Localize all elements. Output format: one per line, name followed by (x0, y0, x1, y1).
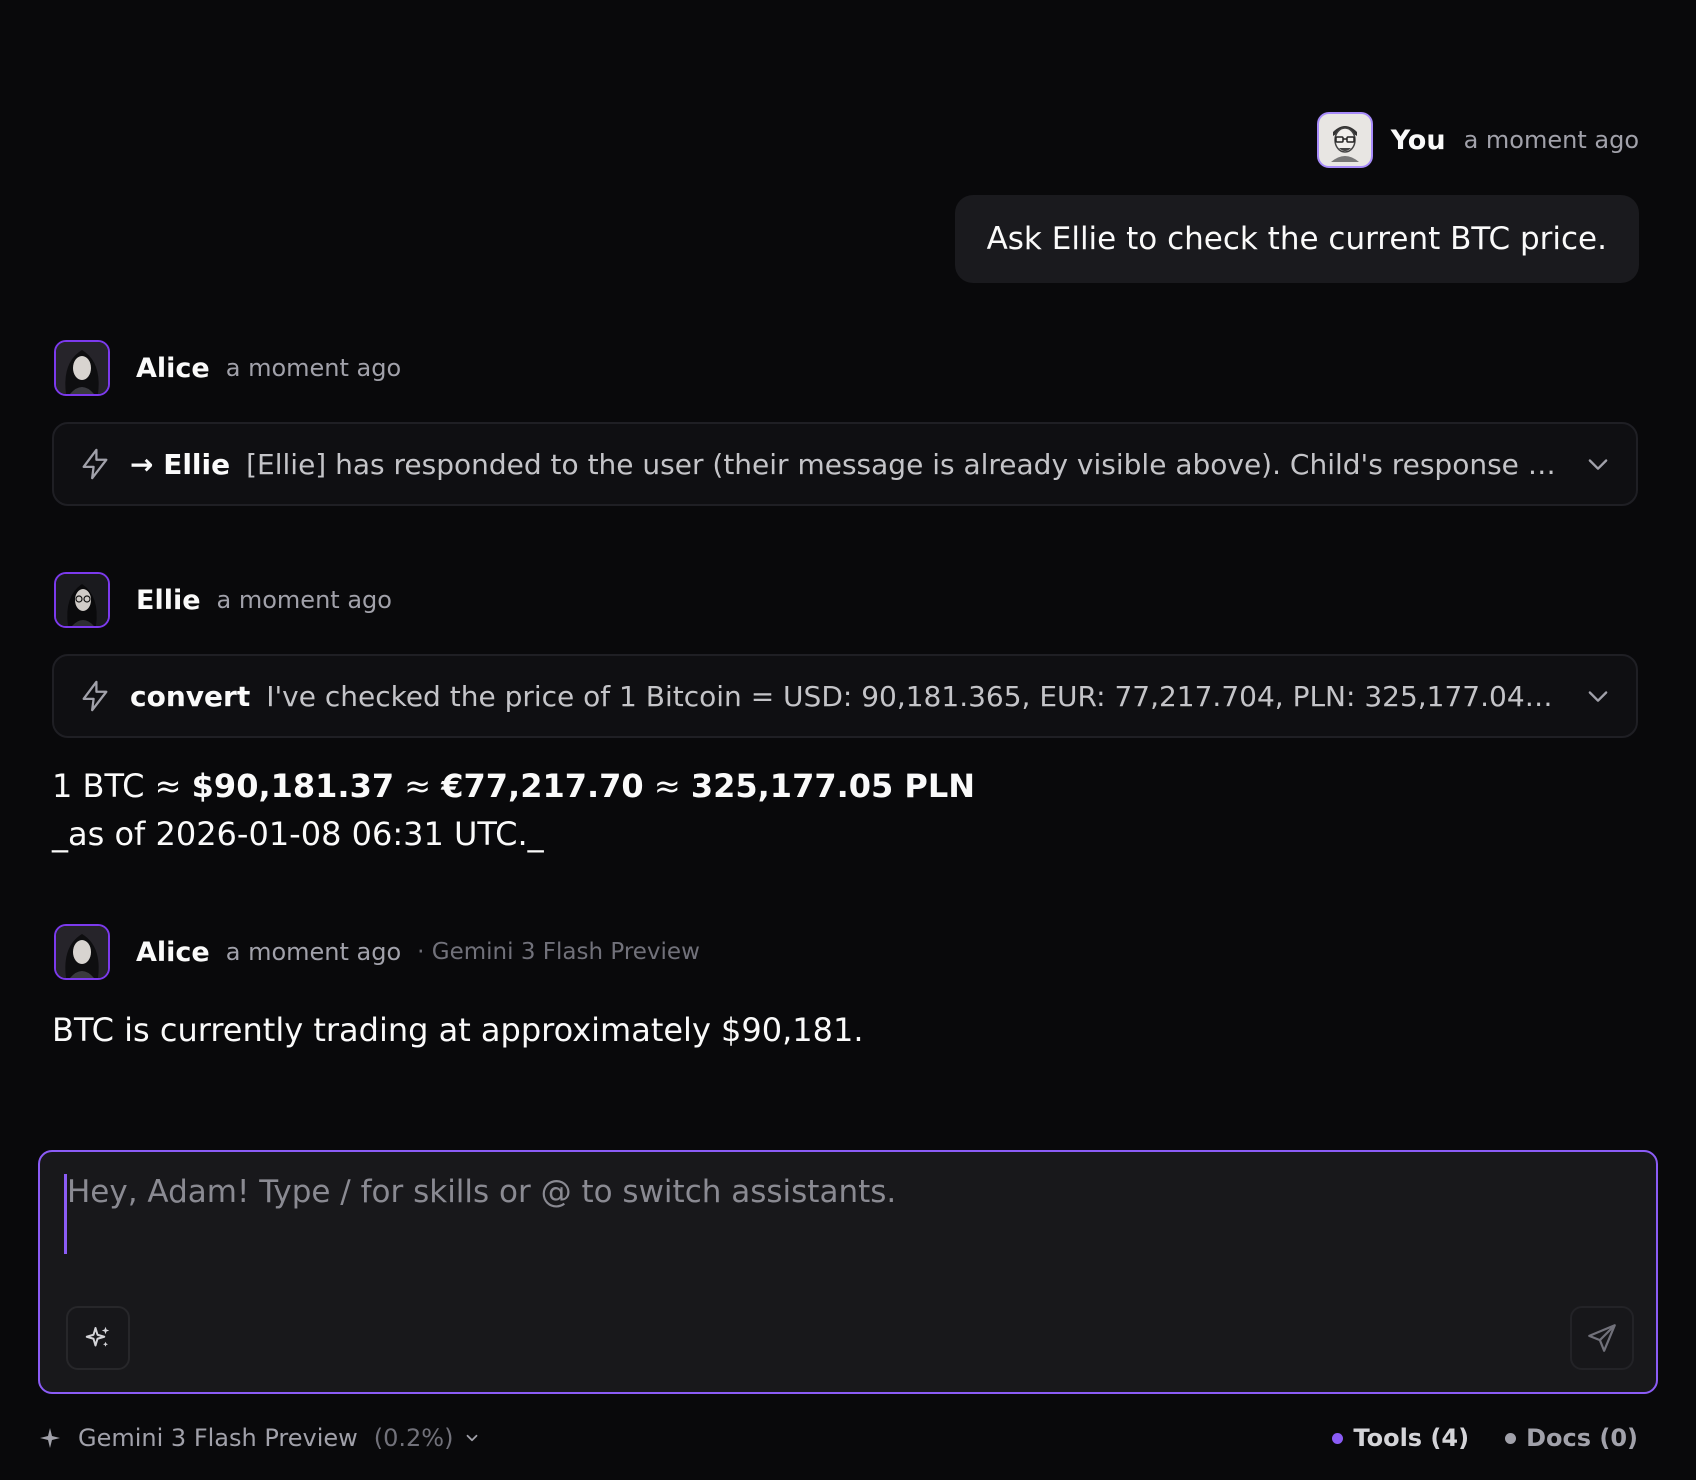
chevron-down-icon[interactable] (1584, 682, 1612, 710)
message-composer (38, 1150, 1658, 1394)
model-name: Gemini 3 Flash Preview (78, 1424, 358, 1452)
context-usage: (0.2%) (373, 1424, 454, 1452)
tool-name: convert (130, 679, 251, 713)
send-icon (1588, 1324, 1616, 1352)
alice-message-time: a moment ago (225, 354, 402, 382)
answer-line-1: 1 BTC ≈ $90,181.37 ≈ €77,217.70 ≈ 325,17… (52, 762, 975, 810)
tools-toggle[interactable]: Tools (4) (1332, 1424, 1469, 1452)
user-author-name: You (1390, 124, 1446, 156)
answer-sep: ≈ (394, 767, 442, 805)
skills-button[interactable] (66, 1306, 130, 1370)
alice-author-name: Alice (136, 936, 210, 968)
tools-label: Tools (4) (1353, 1424, 1470, 1452)
ellie-avatar[interactable] (54, 572, 110, 628)
user-avatar[interactable] (1316, 112, 1373, 168)
ellie-author-name: Ellie (136, 584, 201, 616)
docs-toggle[interactable]: Docs (0) (1505, 1424, 1638, 1452)
tool-name: → Ellie (130, 447, 231, 481)
alice-reply-text: BTC is currently trading at approximatel… (52, 1011, 864, 1049)
sparkles-icon (85, 1326, 110, 1347)
model-selector[interactable]: Gemini 3 Flash Preview (0.2%) (38, 1424, 481, 1452)
footer-status: Tools (4) Docs (0) (1296, 1424, 1638, 1452)
ellie-message-header: Ellie a moment ago (54, 572, 392, 628)
tool-summary: [Ellie] has responded to the user (their… (246, 447, 1556, 481)
alice-reply-time: a moment ago (225, 938, 402, 966)
answer-sep: ≈ (643, 767, 691, 805)
alice-reply-header: Alice a moment ago · Gemini 3 Flash Prev… (54, 924, 700, 980)
chat-page: You a moment ago Ask Ellie to check the … (0, 0, 1696, 1480)
alice-avatar[interactable] (54, 340, 110, 396)
docs-label: Docs (0) (1526, 1424, 1638, 1452)
docs-status-dot (1505, 1432, 1517, 1444)
chevron-down-icon (467, 1434, 478, 1442)
message-input[interactable] (64, 1174, 1624, 1254)
answer-eur: €77,217.70 (441, 767, 644, 805)
chevron-down-icon[interactable] (1584, 450, 1612, 478)
bolt-icon (82, 448, 108, 480)
answer-line-2: _as of 2026-01-08 06:31 UTC._ (52, 815, 544, 853)
user-message-header: You a moment ago (1316, 112, 1639, 168)
tools-status-dot (1332, 1432, 1344, 1444)
model-tag: · Gemini 3 Flash Preview (417, 939, 700, 965)
user-message-bubble: Ask Ellie to check the current BTC price… (954, 195, 1639, 283)
answer-pln: 325,177.05 PLN (690, 767, 976, 805)
alice-avatar[interactable] (54, 924, 110, 980)
star-icon (40, 1428, 60, 1448)
alice-author-name: Alice (136, 352, 210, 384)
alice-message-header: Alice a moment ago (54, 340, 401, 396)
ellie-message-time: a moment ago (216, 586, 392, 614)
user-message-time: a moment ago (1463, 126, 1639, 154)
ellie-answer: 1 BTC ≈ $90,181.37 ≈ €77,217.70 ≈ 325,17… (52, 762, 975, 858)
answer-usd: $90,181.37 (191, 767, 395, 805)
convert-tool-card[interactable]: convert I've checked the price of 1 Bitc… (52, 654, 1638, 738)
answer-prefix: 1 BTC ≈ (52, 767, 192, 805)
bolt-icon (82, 680, 108, 712)
tool-summary: I've checked the price of 1 Bitcoin = US… (266, 679, 1556, 713)
send-button[interactable] (1570, 1306, 1634, 1370)
delegation-tool-card[interactable]: → Ellie [Ellie] has responded to the use… (52, 422, 1638, 506)
